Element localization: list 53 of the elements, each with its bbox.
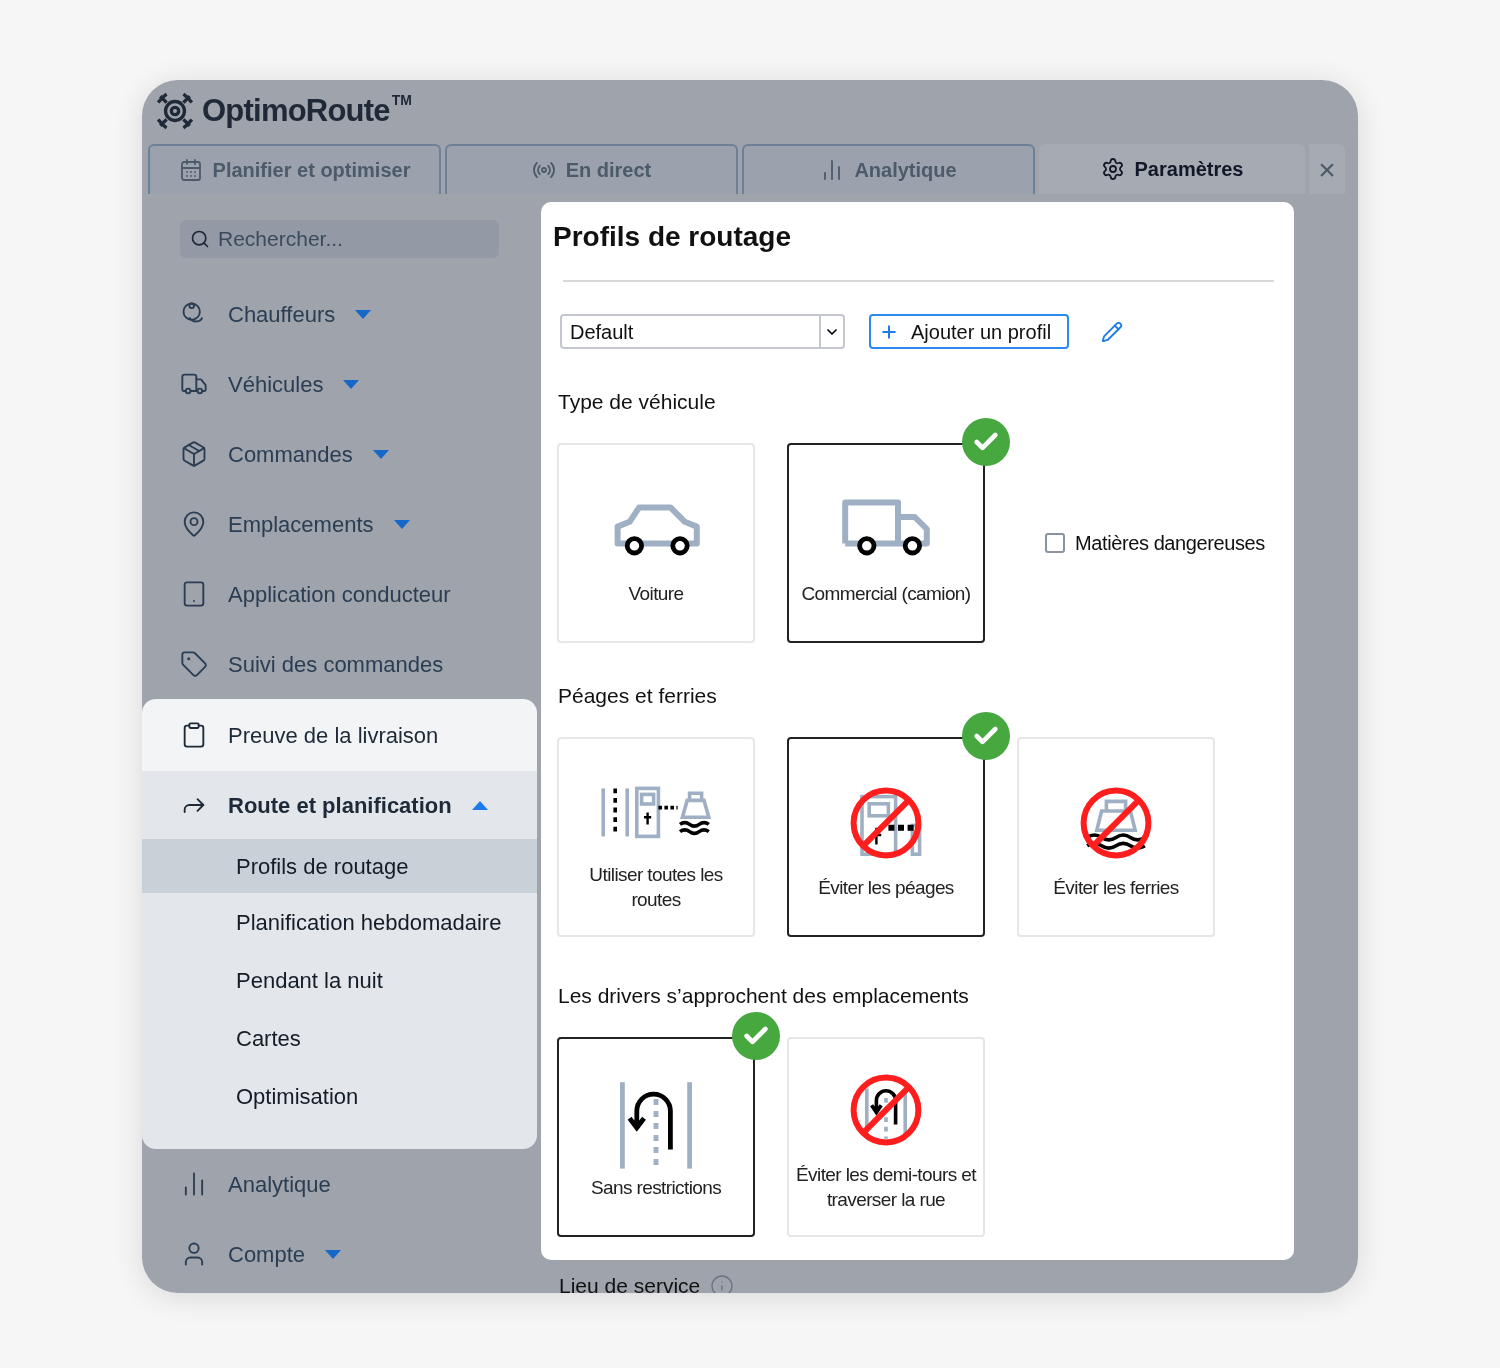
checkbox-label: Matières dangereuses bbox=[1075, 531, 1265, 556]
option-card[interactable]: Éviter les demi-tours et traverser la rue bbox=[787, 1037, 985, 1237]
calendar-icon bbox=[178, 158, 203, 182]
sidebar-item[interactable]: Compte bbox=[142, 1219, 537, 1289]
checkbox[interactable] bbox=[1045, 533, 1065, 553]
section-title: Type de véhicule bbox=[557, 389, 717, 415]
search-field[interactable]: Rechercher... bbox=[180, 220, 499, 258]
profile-select[interactable]: Default bbox=[560, 314, 845, 349]
check-icon bbox=[962, 418, 1010, 466]
submenu-item[interactable]: Cartes bbox=[142, 1009, 537, 1067]
sidebar-item[interactable]: Chauffeurs bbox=[142, 279, 537, 349]
info-icon[interactable] bbox=[710, 1273, 735, 1293]
sidebar-item[interactable]: Route et planification bbox=[142, 771, 537, 839]
sidebar-item[interactable]: Preuve de la livraison bbox=[142, 699, 537, 771]
option-label: Voiture bbox=[628, 581, 684, 606]
trademark-text: TM bbox=[391, 91, 412, 110]
sidebar-item[interactable]: Application conducteur bbox=[142, 559, 537, 629]
section-title: Péages et ferries bbox=[557, 683, 718, 709]
sidebar-item[interactable]: Véhicules bbox=[142, 349, 537, 419]
logo-text: OptimoRoute bbox=[202, 91, 390, 130]
option-card[interactable]: Sans restrictions bbox=[557, 1037, 755, 1237]
option-label: Commercial (camion) bbox=[801, 581, 971, 606]
submenu-item[interactable]: Profils de routage bbox=[142, 839, 537, 893]
option-label: Éviter les ferries bbox=[1053, 875, 1179, 900]
settings-icon bbox=[1100, 157, 1125, 181]
check-icon bbox=[962, 712, 1010, 760]
check-icon bbox=[732, 1012, 780, 1060]
search-icon bbox=[190, 229, 210, 249]
option-card[interactable]: Éviter les péages bbox=[787, 737, 985, 937]
option-card[interactable]: Utiliser toutes les routes bbox=[557, 737, 755, 937]
section-title: Les drivers s’approchent des emplacements bbox=[557, 983, 970, 1009]
option-card[interactable]: Commercial (camion) bbox=[787, 443, 985, 643]
submenu-item[interactable]: Optimisation bbox=[142, 1067, 537, 1125]
option-label: Éviter les demi-tours et traverser la rue bbox=[795, 1163, 978, 1212]
submenu-item[interactable]: Planification hebdomadaire bbox=[142, 893, 537, 951]
option-label: Utiliser toutes les routes bbox=[588, 863, 724, 912]
sidebar-item[interactable]: Commandes bbox=[142, 419, 537, 489]
box-icon bbox=[180, 440, 208, 468]
option-label: Éviter les péages bbox=[818, 875, 954, 900]
edit-icon[interactable] bbox=[1101, 320, 1123, 343]
sidebar-item[interactable]: Emplacements bbox=[142, 489, 537, 559]
tab[interactable]: Paramètres bbox=[1039, 144, 1305, 194]
option-card[interactable]: Voiture bbox=[557, 443, 755, 643]
sidebar-item[interactable]: Suivi des commandes bbox=[142, 629, 537, 699]
option-label: Sans restrictions bbox=[590, 1175, 722, 1200]
panel-title: Profils de routage bbox=[553, 220, 793, 254]
submenu-item[interactable]: Pendant la nuit bbox=[142, 951, 537, 1009]
add-profile-button[interactable]: Ajouter un profil bbox=[869, 314, 1069, 349]
sidebar-item[interactable]: Analytique bbox=[142, 1149, 537, 1219]
logo-icon bbox=[154, 90, 196, 132]
option-card[interactable]: Éviter les ferries bbox=[1017, 737, 1215, 937]
section-title: Lieu de service bbox=[559, 1273, 701, 1293]
tag-icon bbox=[180, 650, 208, 678]
